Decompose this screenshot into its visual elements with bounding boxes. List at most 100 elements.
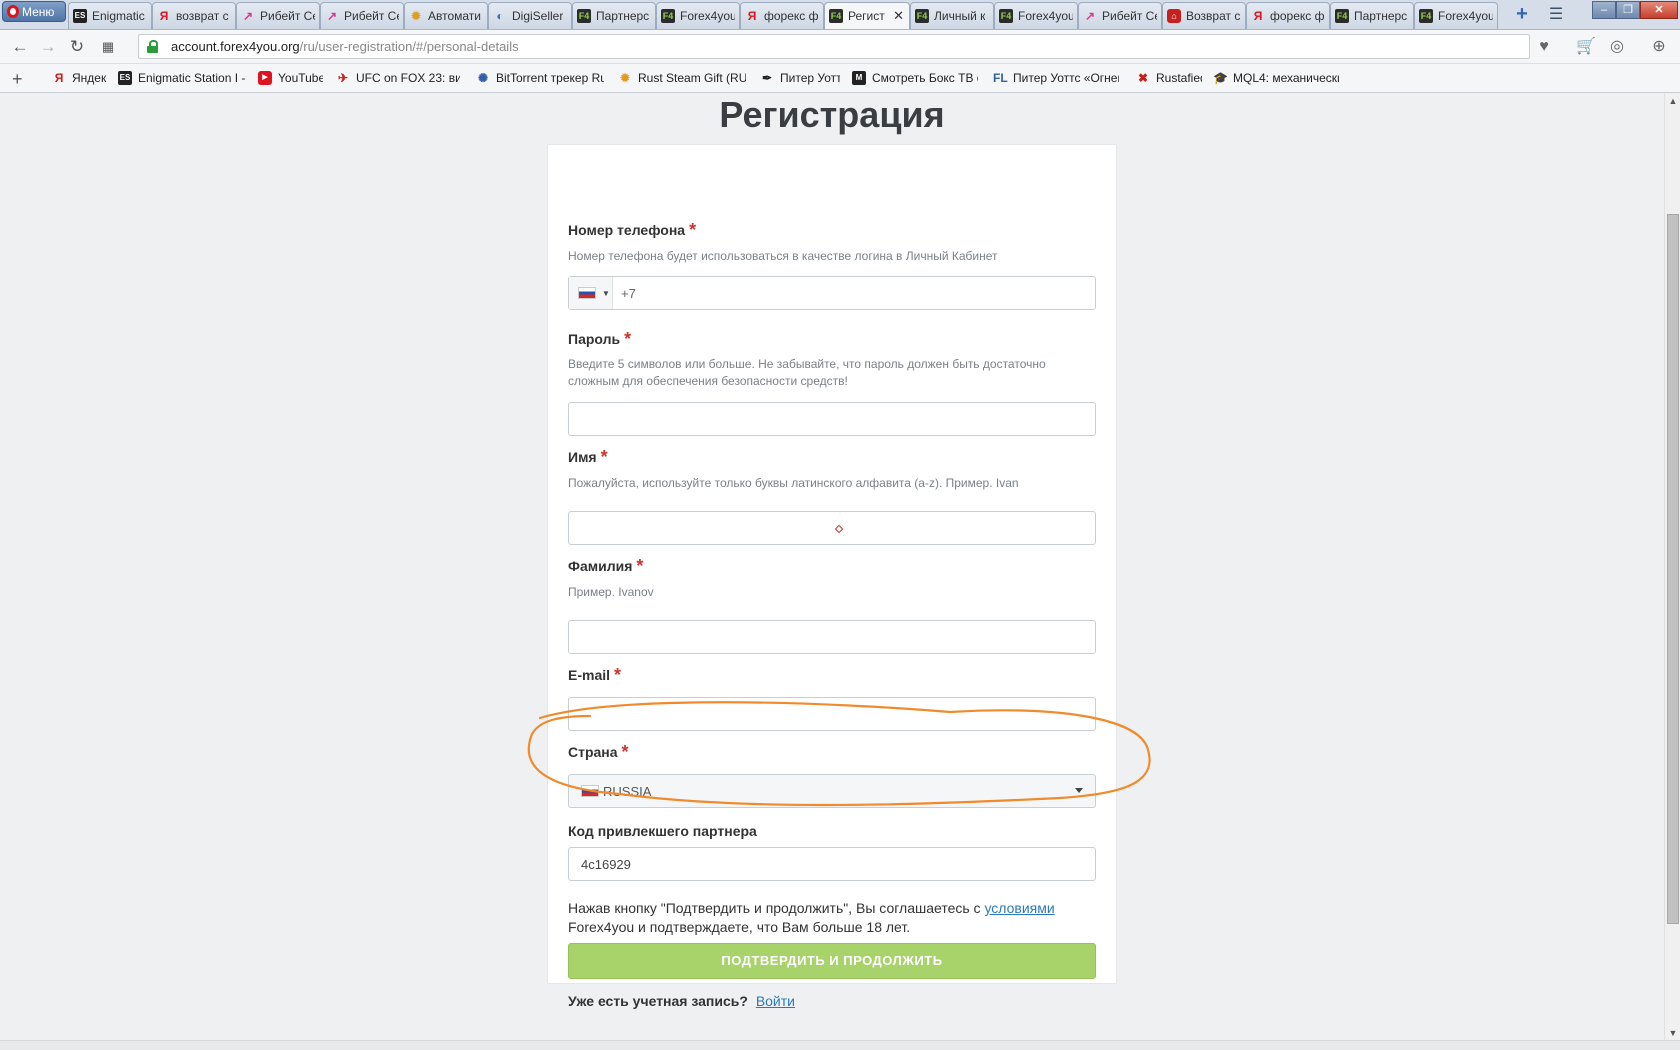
auto-icon: ✹ <box>410 9 422 23</box>
bookmark-item[interactable]: ES Enigmatic Station I - ин <box>118 71 246 85</box>
speed-dial-icon[interactable]: ▦ <box>98 37 118 57</box>
tab-title: Forex4you <box>1438 9 1493 23</box>
yandex-icon: Я <box>54 71 64 85</box>
reload-icon[interactable]: ↻ <box>67 37 87 57</box>
email-label: E-mail * <box>568 665 622 685</box>
forex4you-icon: F4 <box>661 9 675 23</box>
have-account-text: Уже есть учетная запись? Войти <box>568 993 795 1009</box>
browser-tab[interactable]: Явозврат с <box>152 2 236 29</box>
bookmark-item[interactable]: Я Яндекс <box>52 71 107 85</box>
yandex-icon: Я <box>747 9 757 23</box>
extension-icon[interactable]: ◎ <box>1606 37 1628 57</box>
bookmark-item[interactable]: ✖ Rustafied <box>1136 71 1202 85</box>
tab-title: Автомати <box>428 9 482 23</box>
stash-heart-icon[interactable]: ♥ <box>1533 37 1555 57</box>
browser-tab[interactable]: ↗ Рибейт Се <box>236 2 320 29</box>
browser-tab[interactable]: F4 Регист ✕ <box>824 2 910 29</box>
browser-tab[interactable]: F4 Личный к <box>910 2 994 29</box>
country-code-dropdown[interactable]: ▼ <box>569 277 613 309</box>
window-controls: – ❐ ✕ <box>1592 1 1678 19</box>
bookmark-item[interactable]: 🎓 MQL4: механические т <box>1213 71 1339 85</box>
enigmatic-icon: ES <box>73 9 87 23</box>
bookmark-label: Яндекс <box>72 71 107 85</box>
tab-title: Рибейт Се <box>1102 9 1157 23</box>
email-input[interactable] <box>568 697 1096 731</box>
secure-lock-icon <box>147 40 158 53</box>
browser-tab[interactable]: ES Enigmatic <box>68 2 152 29</box>
add-bookmark-icon[interactable]: + <box>12 69 23 90</box>
boxing-icon: M <box>852 71 866 85</box>
vertical-scrollbar[interactable]: ▲ ▼ <box>1664 94 1680 1040</box>
bookmark-label: Питер Уоттс <box>780 71 840 85</box>
phone-input[interactable]: ▼ +7 <box>568 276 1096 310</box>
rustafied-icon: ✖ <box>1137 71 1149 85</box>
required-mark: * <box>636 556 644 576</box>
tabs: ES Enigmatic Явозврат с ↗ Рибейт Се ↗ Рибейт С… <box>68 2 1508 29</box>
required-mark: * <box>600 447 608 467</box>
browser-tab[interactable]: F4 Forex4you <box>994 2 1078 29</box>
scrollbar-thumb[interactable] <box>1667 214 1679 924</box>
close-tab-icon[interactable]: ✕ <box>893 8 904 24</box>
back-icon[interactable]: ← <box>10 37 30 57</box>
browser-tab[interactable]: F4 Forex4you <box>656 2 740 29</box>
browser-tab[interactable]: F4 Партнерс <box>572 2 656 29</box>
password-input[interactable] <box>568 402 1096 436</box>
browser-tab[interactable]: ⌂ Возврат с <box>1162 2 1246 29</box>
horizontal-scrollbar[interactable] <box>0 1040 1680 1050</box>
tab-title: Партнерс <box>1354 9 1408 23</box>
bookmark-label: Enigmatic Station I - ин <box>138 71 246 85</box>
phone-label: Номер телефона * <box>568 220 697 240</box>
bookmark-item[interactable]: ▶ YouTube <box>258 71 323 85</box>
opera-menu-button[interactable]: Меню <box>2 1 66 22</box>
bookmark-item[interactable]: M Смотреть Бокс ТВ онл <box>852 71 978 85</box>
scroll-up-icon[interactable]: ▲ <box>1665 94 1680 108</box>
bookmark-label: YouTube <box>278 71 323 85</box>
new-tab-button[interactable]: + <box>1512 4 1532 24</box>
browser-tab[interactable]: Яфорекс ф <box>740 2 824 29</box>
bookmark-item[interactable]: ✹ Rust Steam Gift (RU+C <box>618 71 746 85</box>
tab-list-button[interactable]: ☰ <box>1545 4 1567 24</box>
tab-title: Forex4you <box>1018 9 1073 23</box>
phone-hint: Номер телефона будет использоваться в ка… <box>568 249 998 263</box>
minimize-button[interactable]: – <box>1592 1 1616 19</box>
browser-tab[interactable]: ◐ DigiSeller <box>488 2 572 29</box>
browser-tab[interactable]: Яфорекс ф <box>1246 2 1330 29</box>
cart-icon[interactable]: 🛒 <box>1575 37 1597 57</box>
bookmark-label: BitTorrent трекер RuTr <box>496 71 604 85</box>
downloads-icon[interactable]: ⊕ <box>1648 37 1670 57</box>
partner-code-input[interactable]: 4c16929 <box>568 847 1096 881</box>
browser-tab[interactable]: F4 Forex4you <box>1414 2 1498 29</box>
submit-button[interactable]: ПОДТВЕРДИТЬ И ПРОДОЛЖИТЬ <box>568 943 1096 979</box>
last-name-input[interactable] <box>568 620 1096 654</box>
browser-tab[interactable]: F4 Партнерс <box>1330 2 1414 29</box>
bookmark-item[interactable]: ✈ UFC on FOX 23: видео <box>336 71 460 85</box>
login-link[interactable]: Войти <box>756 993 795 1009</box>
bookmark-item[interactable]: FL Питер Уоттс «Огнепад <box>993 71 1119 85</box>
mql4-icon: 🎓 <box>1213 71 1228 85</box>
tab-title: Возврат с <box>1186 9 1241 23</box>
first-name-input[interactable] <box>568 511 1096 545</box>
last-name-label: Фамилия * <box>568 556 644 576</box>
bookmark-item[interactable]: ✒ Питер Уоттс <box>760 71 840 85</box>
bookmark-label: Rustafied <box>1156 71 1202 85</box>
browser-tab[interactable]: ✹ Автомати <box>404 2 488 29</box>
bookmarks-bar: + Я Яндекс ES Enigmatic Station I - ин ▶ YouT… <box>0 64 1680 93</box>
scroll-down-icon[interactable]: ▼ <box>1665 1026 1680 1040</box>
terms-link[interactable]: условиями <box>984 900 1054 916</box>
partner-code-label: Код привлекшего партнера <box>568 823 757 839</box>
bittorrent-icon: ✺ <box>477 71 489 85</box>
rebate-icon: ↗ <box>1084 9 1096 23</box>
address-bar[interactable]: account.forex4you.org/ru/user-registrati… <box>138 34 1530 59</box>
registration-form: Номер телефона * Номер телефона будет исп… <box>547 144 1117 1009</box>
opera-logo-icon <box>7 5 19 18</box>
maximize-button[interactable]: ❐ <box>1616 1 1640 19</box>
browser-tab[interactable]: ↗ Рибейт Се <box>320 2 404 29</box>
forex4you-icon: F4 <box>1419 9 1433 23</box>
yandex-icon: Я <box>1253 9 1263 23</box>
country-select[interactable]: RUSSIA <box>568 774 1096 808</box>
forward-icon[interactable]: → <box>38 37 58 57</box>
close-window-button[interactable]: ✕ <box>1640 1 1678 19</box>
bookmark-item[interactable]: ✺ BitTorrent трекер RuTr <box>476 71 604 85</box>
browser-tab[interactable]: ↗ Рибейт Се <box>1078 2 1162 29</box>
chevron-down-icon: ▼ <box>602 288 610 298</box>
